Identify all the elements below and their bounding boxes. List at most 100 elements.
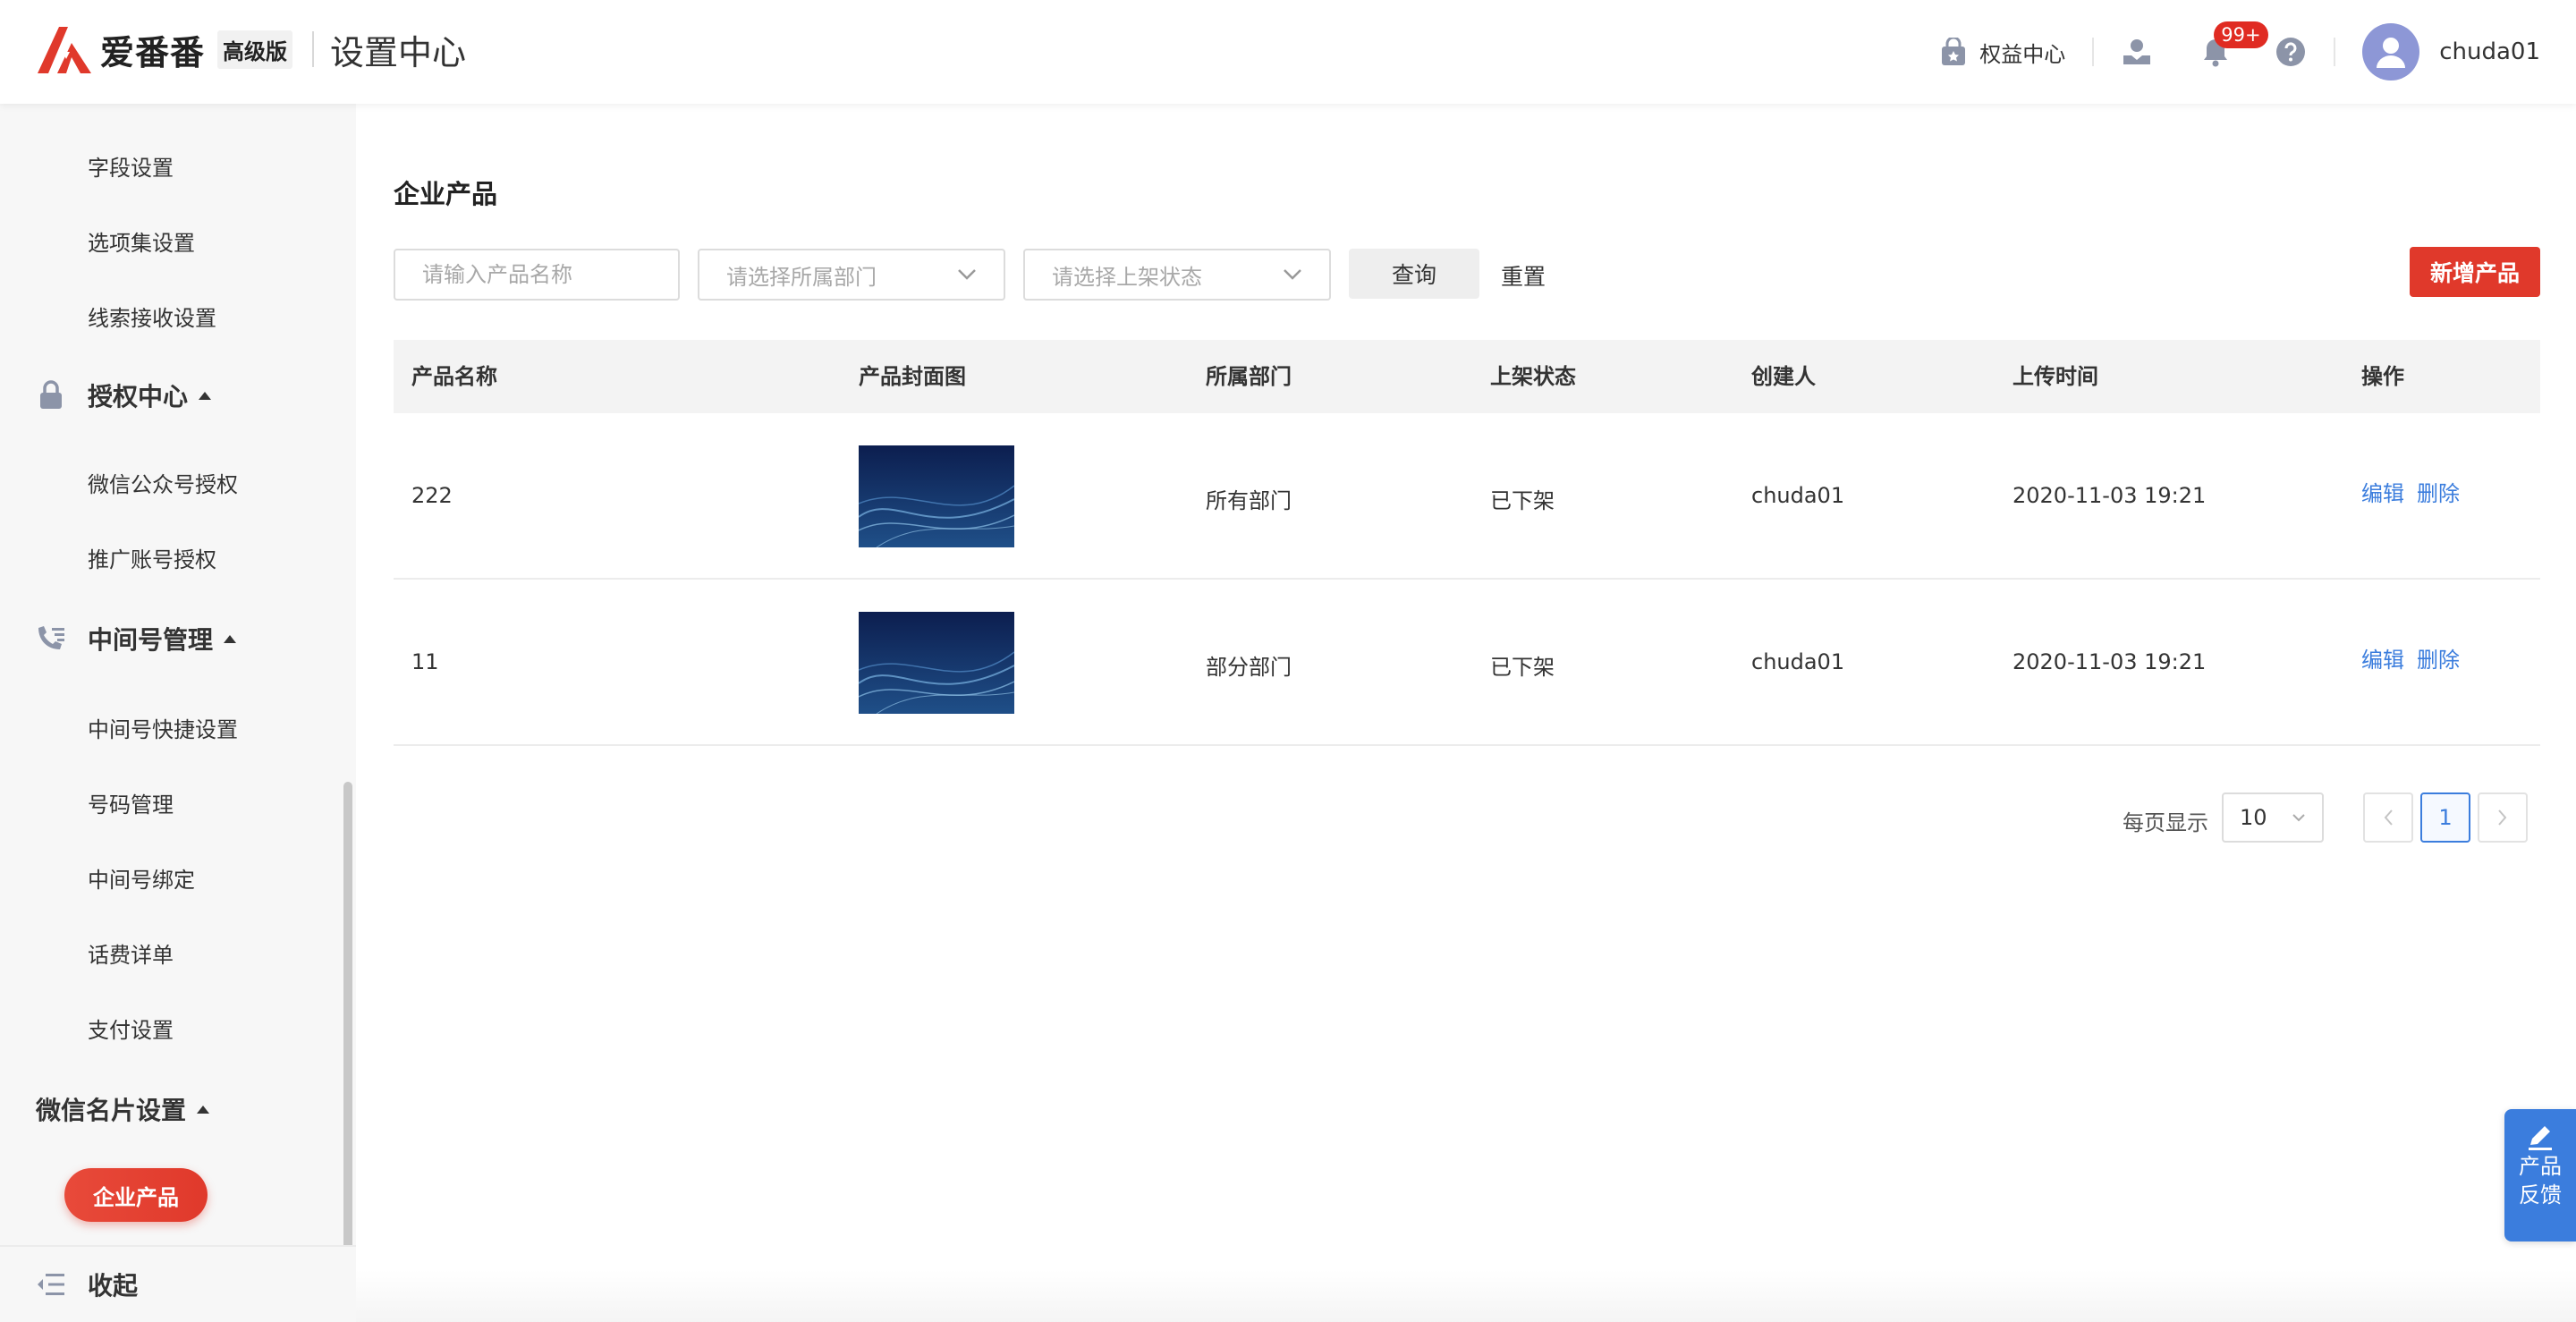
cell-upload-time: 2020-11-03 19:21 — [2012, 483, 2207, 508]
collapse-menu-icon — [38, 1274, 64, 1295]
per-page-label: 每页显示 — [2123, 810, 2208, 835]
department-select[interactable]: 请选择所属部门 — [698, 249, 1005, 301]
listing-status-select[interactable]: 请选择上架状态 — [1023, 249, 1331, 301]
products-table: 产品名称 产品封面图 所属部门 上架状态 创建人 上传时间 操作 222 所有部… — [394, 340, 2540, 746]
settings-sidebar: 字段设置 选项集设置 线索接收设置 授权中心 微信公众号授权 推广账号授权 中间… — [0, 104, 356, 1322]
delete-button[interactable]: 删除 — [2417, 642, 2460, 674]
sidebar-item-field-settings[interactable]: 字段设置 — [88, 150, 174, 182]
cell-product-name: 222 — [411, 483, 453, 508]
feedback-label-line2: 反馈 — [2519, 1182, 2562, 1208]
lock-icon — [36, 380, 66, 411]
sidebar-group-virtual-number[interactable]: 中间号管理 — [36, 621, 237, 657]
reset-button[interactable]: 重置 — [1501, 259, 1546, 292]
page-title: 企业产品 — [394, 179, 498, 209]
header-divider — [2334, 38, 2336, 66]
prev-page-button[interactable] — [2363, 792, 2413, 843]
brand-name: 爱番番 — [100, 32, 206, 72]
edit-button[interactable]: 编辑 — [2361, 642, 2404, 674]
brand-logo-icon — [38, 27, 91, 73]
sidebar-group-authorization[interactable]: 授权中心 — [36, 377, 212, 413]
chevron-down-icon — [1284, 269, 1301, 280]
table-row: 11 部分部门 已下架 chuda01 2020-11-03 19:21 编辑 … — [394, 580, 2540, 746]
page-number-button[interactable]: 1 — [2420, 792, 2470, 843]
sidebar-item-lead-receive-settings[interactable]: 线索接收设置 — [88, 301, 216, 332]
cell-department: 所有部门 — [1206, 488, 1292, 513]
header-divider — [2092, 38, 2095, 66]
product-cover-image — [859, 445, 1014, 547]
edit-pencil-icon — [2529, 1126, 2552, 1150]
add-product-button[interactable]: 新增产品 — [2410, 247, 2540, 297]
chevron-right-icon — [2498, 809, 2507, 826]
column-header-actions: 操作 — [2361, 364, 2404, 389]
sidebar-item-enterprise-products[interactable]: 企业产品 — [64, 1168, 208, 1222]
cell-status: 已下架 — [1490, 655, 1555, 680]
brand-logo[interactable]: 爱番番 高级版 设置中心 — [36, 23, 466, 75]
sidebar-item-number-management[interactable]: 号码管理 — [88, 787, 174, 818]
cell-upload-time: 2020-11-03 19:21 — [2012, 649, 2207, 674]
per-page-select[interactable]: 10 — [2222, 792, 2324, 843]
sidebar-item-virtual-quick-settings[interactable]: 中间号快捷设置 — [88, 712, 238, 743]
help-button[interactable] — [2275, 36, 2307, 68]
query-button[interactable]: 查询 — [1349, 249, 1479, 299]
row-actions: 编辑 删除 — [2361, 476, 2460, 507]
contact-card-button[interactable] — [2121, 36, 2153, 68]
top-header: 爱番番 高级版 设置中心 权益中心 99+ chuda01 — [0, 0, 2576, 104]
sidebar-scrollbar[interactable] — [343, 782, 352, 1322]
sidebar-item-wechat-official-auth[interactable]: 微信公众号授权 — [88, 467, 238, 498]
listing-status-select-placeholder: 请选择上架状态 — [1052, 264, 1202, 290]
bottom-shade — [356, 1270, 2576, 1322]
chevron-down-icon — [2292, 814, 2305, 822]
user-icon — [2377, 38, 2406, 68]
row-actions: 编辑 删除 — [2361, 642, 2460, 674]
column-header-upload-time: 上传时间 — [2012, 364, 2098, 389]
product-feedback-button[interactable]: 产品 反馈 — [2504, 1109, 2576, 1241]
feedback-label-line1: 产品 — [2519, 1154, 2562, 1179]
department-select-placeholder: 请选择所属部门 — [726, 264, 877, 290]
sidebar-group-label: 中间号管理 — [88, 625, 214, 655]
header-actions: 权益中心 99+ chuda01 — [1940, 0, 2540, 104]
caret-up-icon — [197, 1105, 210, 1114]
sidebar-group-label: 授权中心 — [88, 382, 189, 411]
next-page-button[interactable] — [2478, 792, 2528, 843]
table-row: 222 所有部门 已下架 chuda01 2020-11-03 19:21 编辑 — [394, 413, 2540, 580]
notifications-button[interactable]: 99+ — [2199, 21, 2268, 68]
per-page-value: 10 — [2240, 805, 2267, 830]
notification-badge: 99+ — [2214, 21, 2268, 48]
delete-button[interactable]: 删除 — [2417, 476, 2460, 507]
column-header-cover-image: 产品封面图 — [859, 364, 966, 389]
phone-list-icon — [36, 623, 66, 654]
table-header: 产品名称 产品封面图 所属部门 上架状态 创建人 上传时间 操作 — [394, 340, 2540, 413]
help-icon — [2276, 38, 2306, 66]
chevron-down-icon — [958, 269, 976, 280]
edition-badge: 高级版 — [217, 30, 293, 69]
cell-product-name: 11 — [411, 649, 439, 674]
cell-status: 已下架 — [1490, 488, 1555, 513]
sidebar-item-call-bill-details[interactable]: 话费详单 — [88, 937, 174, 969]
header-divider — [312, 31, 315, 67]
column-header-status: 上架状态 — [1490, 364, 1576, 389]
user-card-icon — [2123, 39, 2151, 64]
avatar — [2362, 23, 2420, 81]
product-name-search-input[interactable] — [394, 249, 680, 301]
page-section-title: 设置中心 — [330, 32, 467, 72]
caret-up-icon — [224, 634, 237, 643]
pagination: 每页显示 10 1 — [356, 792, 2540, 843]
product-name-input[interactable] — [395, 250, 678, 299]
chevron-left-icon — [2384, 809, 2393, 826]
sidebar-item-payment-settings[interactable]: 支付设置 — [88, 1013, 174, 1044]
sidebar-item-option-set-settings[interactable]: 选项集设置 — [88, 225, 195, 257]
product-cover-image — [859, 612, 1014, 714]
column-header-creator: 创建人 — [1751, 364, 1816, 389]
sidebar-group-wechat-card[interactable]: 微信名片设置 — [36, 1091, 210, 1127]
user-menu[interactable]: chuda01 — [2362, 23, 2540, 81]
sidebar-item-ad-account-auth[interactable]: 推广账号授权 — [88, 542, 216, 573]
sidebar-item-virtual-binding[interactable]: 中间号绑定 — [88, 862, 195, 894]
benefit-center-link[interactable]: 权益中心 — [1940, 37, 2065, 68]
column-header-department: 所属部门 — [1206, 364, 1292, 389]
sidebar-collapse-button[interactable]: 收起 — [0, 1245, 356, 1322]
caret-up-icon — [199, 391, 212, 400]
edit-button[interactable]: 编辑 — [2361, 476, 2404, 507]
cell-creator: chuda01 — [1751, 649, 1845, 674]
column-header-product-name: 产品名称 — [411, 364, 497, 389]
benefit-center-label: 权益中心 — [1979, 41, 2066, 67]
